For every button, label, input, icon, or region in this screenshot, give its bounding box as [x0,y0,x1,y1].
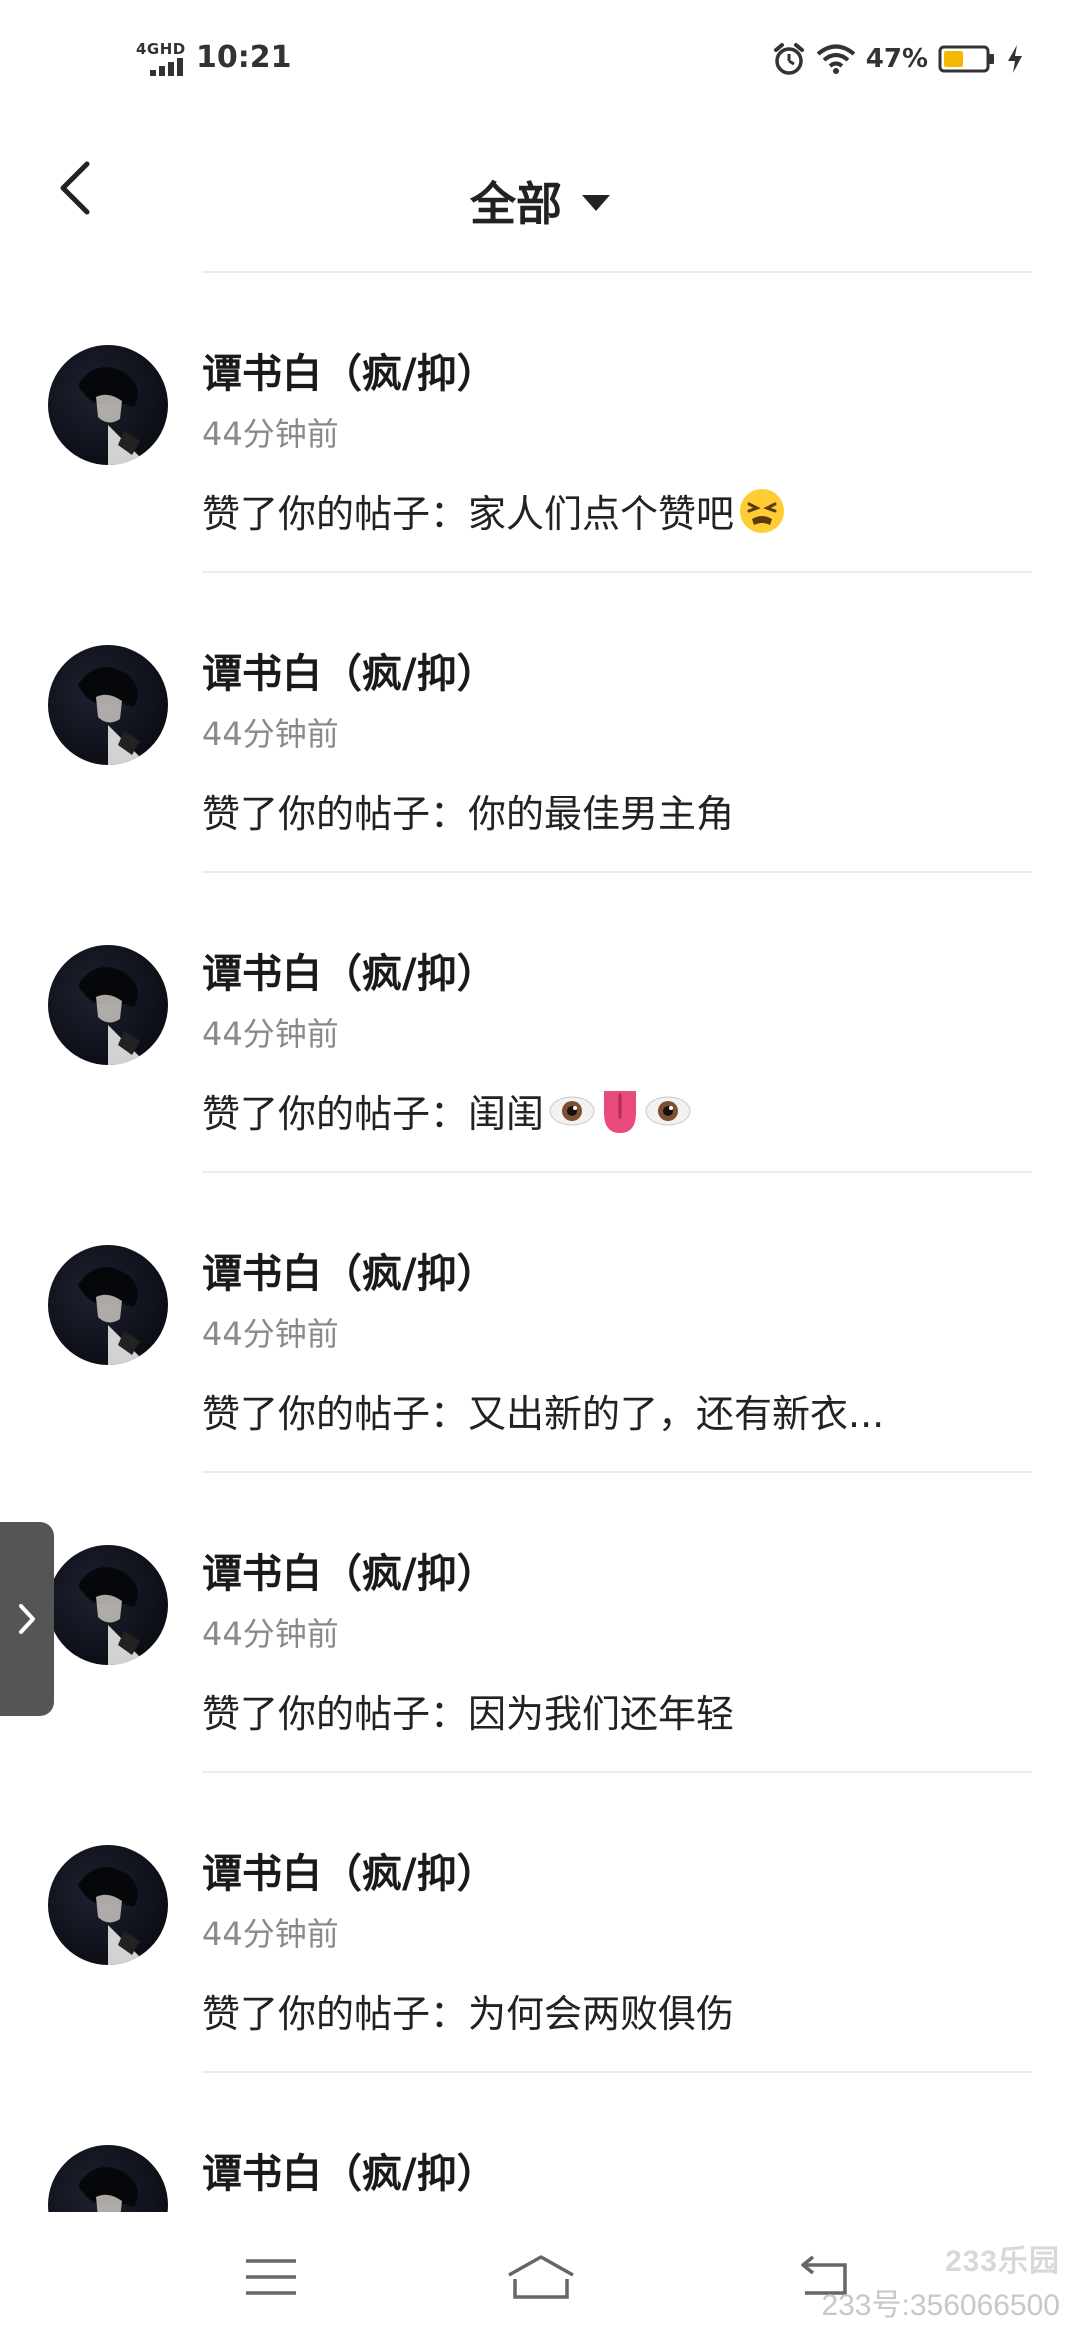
system-nav-bar: 233乐园 233号:356066500 [0,2212,1080,2340]
avatar-image [78,1567,148,1665]
eye-emoji [645,1096,691,1125]
user-name[interactable]: 谭书白（疯/抑） [202,1241,497,1299]
notification-item[interactable]: 谭书白（疯/抑） 44分钟前赞了你的帖子：你的最佳男主角 [0,573,1080,873]
tired-face-emoji [740,488,785,533]
title-dropdown[interactable]: 全部 [0,168,1080,234]
tired-face-emoji [738,487,786,535]
user-name[interactable]: 谭书白（疯/抑） [202,1841,497,1899]
charging-icon [1008,45,1022,73]
eye-emoji [549,1096,595,1125]
signal-icon [150,58,183,76]
eye-emoji [644,1091,692,1131]
notification-item[interactable]: 谭书白（疯/抑） 44分钟前赞了你的帖子：因为我们还年轻 [0,1473,1080,1773]
status-bar: 4GHD 10:21 47% [0,0,1080,120]
menu-icon [246,2259,296,2295]
avatar-image [78,1267,148,1365]
avatar-image [78,2167,138,2213]
status-right-group: 47% [772,42,1024,76]
user-name[interactable]: 谭书白（疯/抑） [202,341,497,399]
tongue-emoji [600,1087,640,1135]
battery-percent: 47% [865,44,928,74]
watermark: 233乐园 233号:356066500 [821,2236,1060,2324]
message-text: 赞了你的帖子：因为我们还年轻 [202,1692,735,1736]
message-text: 赞了你的帖子：你的最佳男主角 [202,792,735,836]
nav-menu-button[interactable] [226,2242,316,2312]
wifi-icon [816,44,856,74]
timestamp: 44分钟前 [202,1315,339,1353]
notification-message[interactable]: 赞了你的帖子：你的最佳男主角 [202,783,734,838]
battery-icon [938,45,994,73]
tongue-emoji [604,1090,637,1133]
avatar[interactable] [48,2145,168,2213]
notification-message[interactable]: 赞了你的帖子：为何会两败俱伤 [202,1983,734,2038]
network-indicator: 4GHD [136,40,186,76]
notification-item[interactable]: 谭书白（疯/抑） [0,2073,1080,2213]
nav-home-button[interactable] [496,2242,586,2312]
alarm-icon [773,43,804,75]
avatar-image [78,367,148,465]
message-text: 赞了你的帖子：闺闺 [202,1092,545,1136]
notification-message[interactable]: 赞了你的帖子：家人们点个赞吧 [202,483,786,538]
user-name[interactable]: 谭书白（疯/抑） [202,941,497,999]
timestamp: 44分钟前 [202,715,339,753]
home-icon [508,2255,574,2299]
notification-message[interactable]: 赞了你的帖子：闺闺 [202,1083,692,1138]
avatar[interactable] [48,945,168,1065]
page-title: 全部 [470,177,562,231]
user-name[interactable]: 谭书白（疯/抑） [202,2141,497,2199]
caret-down-icon [582,195,610,211]
notification-list: 谭书白（疯/抑） 44分钟前 赞了你的帖子：家人们点个赞吧 谭书白（疯/抑） 44分钟前… [0,273,1080,2213]
message-text: 赞了你的帖子：又出新的了，还有新衣... [202,1392,885,1436]
status-time: 10:21 [196,40,292,75]
avatar[interactable] [48,1845,168,1965]
notification-item[interactable]: 谭书白（疯/抑） 44分钟前赞了你的帖子：闺闺 [0,873,1080,1173]
network-type: 4GHD [136,40,186,58]
side-expand-tab[interactable] [0,1522,54,1716]
notification-item[interactable]: 谭书白（疯/抑） 44分钟前赞了你的帖子：又出新的了，还有新衣... [0,1173,1080,1473]
avatar[interactable] [48,345,168,465]
notification-message[interactable]: 赞了你的帖子：因为我们还年轻 [202,1683,734,1738]
avatar[interactable] [48,1245,168,1365]
timestamp: 44分钟前 [202,1015,339,1053]
message-text: 赞了你的帖子：为何会两败俱伤 [202,1992,735,2036]
timestamp: 44分钟前 [202,415,339,453]
notification-message[interactable]: 赞了你的帖子：又出新的了，还有新衣... [202,1383,884,1438]
watermark-id: 233号:356066500 [821,2289,1060,2322]
avatar[interactable] [48,645,168,765]
timestamp: 44分钟前 [202,1915,339,1953]
avatar-image [78,1867,148,1965]
user-name[interactable]: 谭书白（疯/抑） [202,641,497,699]
notification-item[interactable]: 谭书白（疯/抑） 44分钟前赞了你的帖子：家人们点个赞吧 [0,273,1080,573]
chevron-right-icon [19,1604,35,1634]
timestamp: 44分钟前 [202,1615,339,1653]
user-name[interactable]: 谭书白（疯/抑） [202,1541,497,1599]
watermark-logo: 233乐园 [944,2245,1060,2278]
avatar-image [78,667,148,765]
message-text: 赞了你的帖子：家人们点个赞吧 [202,492,735,536]
avatar-image [78,967,148,1065]
avatar[interactable] [48,1545,168,1665]
notification-item[interactable]: 谭书白（疯/抑） 44分钟前赞了你的帖子：为何会两败俱伤 [0,1773,1080,2073]
header: 全部 [0,120,1080,270]
eye-emoji [548,1091,596,1131]
